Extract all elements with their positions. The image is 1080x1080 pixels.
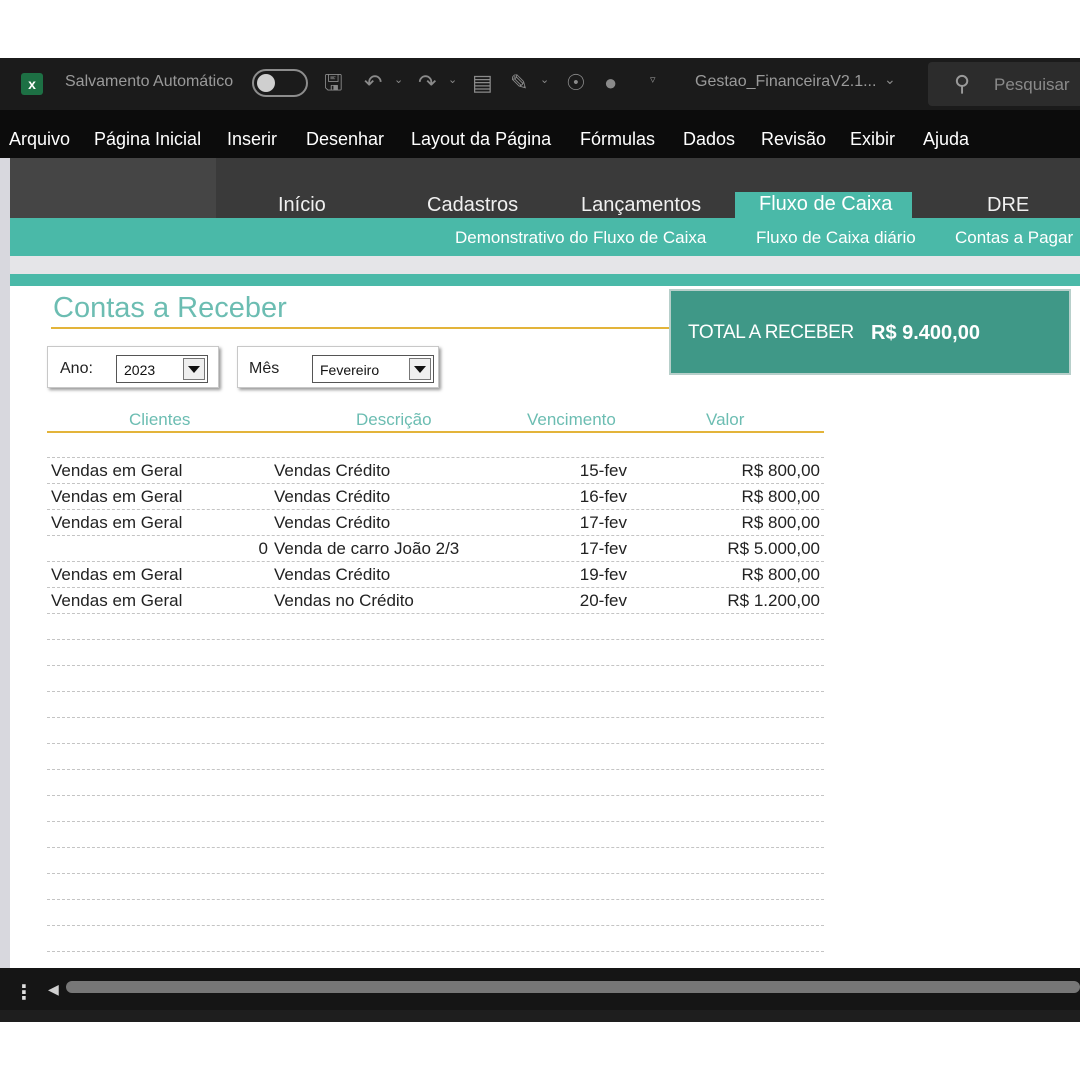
menu-ajuda[interactable]: Ajuda (923, 129, 969, 150)
cell-cliente[interactable]: Vendas em Geral (51, 487, 182, 507)
excel-icon[interactable]: x (21, 73, 43, 95)
menu-layout-da-pagina[interactable]: Layout da Página (411, 129, 551, 150)
sub-nav: Demonstrativo do Fluxo de Caixa Fluxo de… (0, 218, 1080, 256)
cell-cliente[interactable]: 0 (51, 539, 268, 559)
cell-valor[interactable]: R$ 800,00 (680, 565, 820, 585)
cell-valor[interactable]: R$ 1.200,00 (680, 591, 820, 611)
chevron-down-icon[interactable]: ⌄ (540, 73, 549, 86)
year-label: Ano: (60, 360, 93, 377)
cell-cliente[interactable]: Vendas em Geral (51, 461, 182, 481)
redo-icon[interactable]: ↷ (418, 69, 436, 97)
menu-bar: Arquivo Página Inicial Inserir Desenhar … (0, 110, 1080, 158)
column-header-valor: Valor (706, 410, 745, 429)
cell-cliente[interactable]: Vendas em Geral (51, 513, 182, 533)
total-panel: TOTAL A RECEBER R$ 9.400,00 (669, 289, 1071, 375)
header-divider (10, 274, 1080, 286)
cell-vencimento[interactable]: 16-fev (540, 487, 627, 507)
accessibility-icon[interactable]: ☉ (566, 69, 586, 97)
search-placeholder: Pesquisar (994, 75, 1070, 94)
tab-fluxo-de-caixa[interactable]: Fluxo de Caixa (735, 192, 912, 218)
menu-dados[interactable]: Dados (683, 129, 735, 150)
status-bar (0, 1010, 1080, 1022)
cell-valor[interactable]: R$ 5.000,00 (680, 539, 820, 559)
total-label: TOTAL A RECEBER (688, 322, 854, 343)
tab-inicio[interactable]: Início (278, 194, 326, 217)
month-filter: Mês Fevereiro (237, 346, 439, 388)
cell-descricao[interactable]: Vendas Crédito (274, 565, 390, 585)
more-options-icon[interactable]: ⋮ (14, 980, 34, 1005)
month-label: Mês (249, 360, 280, 377)
cell-vencimento[interactable]: 17-fev (540, 539, 627, 559)
year-select[interactable]: 2023 (116, 355, 208, 383)
cell-vencimento[interactable]: 19-fev (540, 565, 627, 585)
dropdown-arrow-icon[interactable] (409, 358, 431, 380)
scroll-left-icon[interactable]: ◀ (48, 981, 59, 998)
dropdown-arrow-icon[interactable] (183, 358, 205, 380)
menu-formulas[interactable]: Fórmulas (580, 129, 655, 150)
edit-doc-icon[interactable]: ✎ (510, 69, 528, 97)
column-header-clientes: Clientes (129, 410, 191, 429)
cell-descricao[interactable]: Vendas Crédito (274, 487, 390, 507)
chevron-down-icon[interactable]: ⌄ (884, 71, 896, 88)
tab-fluxo-de-caixa-label: Fluxo de Caixa (759, 193, 893, 215)
chevron-down-icon[interactable]: ⌄ (394, 73, 403, 86)
year-value: 2023 (124, 362, 156, 378)
customize-toolbar-icon[interactable]: ▿ (650, 73, 656, 86)
cell-descricao[interactable]: Venda de carro João 2/3 (274, 539, 459, 559)
tab-dre[interactable]: DRE (987, 194, 1029, 217)
autosave-label: Salvamento Automático (65, 73, 234, 90)
subtab-fluxo-diario[interactable]: Fluxo de Caixa diário (756, 228, 916, 248)
menu-arquivo[interactable]: Arquivo (9, 129, 70, 150)
menu-inserir[interactable]: Inserir (227, 129, 277, 150)
title-bar: x Salvamento Automático 🖫 ↶ ⌄ ↷ ⌄ ▤ ✎ ⌄ … (0, 58, 1080, 110)
search-icon: ⚲ (954, 71, 971, 96)
file-name[interactable]: Gestao_FinanceiraV2.1... (695, 73, 876, 91)
worksheet[interactable] (10, 286, 1080, 968)
cell-vencimento[interactable]: 15-fev (540, 461, 627, 481)
column-header-vencimento: Vencimento (527, 410, 616, 429)
cell-cliente[interactable]: Vendas em Geral (51, 591, 182, 611)
subtab-demonstrativo[interactable]: Demonstrativo do Fluxo de Caixa (455, 228, 706, 248)
month-select[interactable]: Fevereiro (312, 355, 434, 383)
record-icon[interactable]: ● (604, 69, 617, 97)
cell-valor[interactable]: R$ 800,00 (680, 461, 820, 481)
subtab-contas-a-pagar[interactable]: Contas a Pagar (955, 228, 1073, 248)
cell-descricao[interactable]: Vendas Crédito (274, 513, 390, 533)
cell-valor[interactable]: R$ 800,00 (680, 513, 820, 533)
autosave-toggle[interactable] (252, 69, 308, 97)
month-value: Fevereiro (320, 362, 380, 378)
year-filter: Ano: 2023 (47, 346, 219, 388)
tab-cadastros[interactable]: Cadastros (427, 194, 518, 217)
nav-tabs: Início Cadastros Lançamentos Fluxo de Ca… (0, 158, 1080, 218)
tab-lancamentos[interactable]: Lançamentos (581, 194, 701, 217)
save-icon[interactable]: 🖫 (324, 69, 343, 97)
cell-descricao[interactable]: Vendas Crédito (274, 461, 390, 481)
cell-vencimento[interactable]: 20-fev (540, 591, 627, 611)
column-header-descricao: Descrição (356, 410, 432, 429)
cell-descricao[interactable]: Vendas no Crédito (274, 591, 414, 611)
search-input[interactable]: ⚲ Pesquisar (928, 62, 1080, 106)
cell-valor[interactable]: R$ 800,00 (680, 487, 820, 507)
page-title: Contas a Receber (53, 292, 287, 324)
cell-cliente[interactable]: Vendas em Geral (51, 565, 182, 585)
menu-desenhar[interactable]: Desenhar (306, 129, 384, 150)
horizontal-scrollbar[interactable] (66, 981, 1080, 993)
menu-pagina-inicial[interactable]: Página Inicial (94, 129, 201, 150)
form-icon[interactable]: ▤ (472, 69, 493, 97)
total-value: R$ 9.400,00 (871, 322, 980, 344)
undo-icon[interactable]: ↶ (364, 69, 382, 97)
chevron-down-icon[interactable]: ⌄ (448, 73, 457, 86)
cell-vencimento[interactable]: 17-fev (540, 513, 627, 533)
menu-revisao[interactable]: Revisão (761, 129, 826, 150)
menu-exibir[interactable]: Exibir (850, 129, 895, 150)
